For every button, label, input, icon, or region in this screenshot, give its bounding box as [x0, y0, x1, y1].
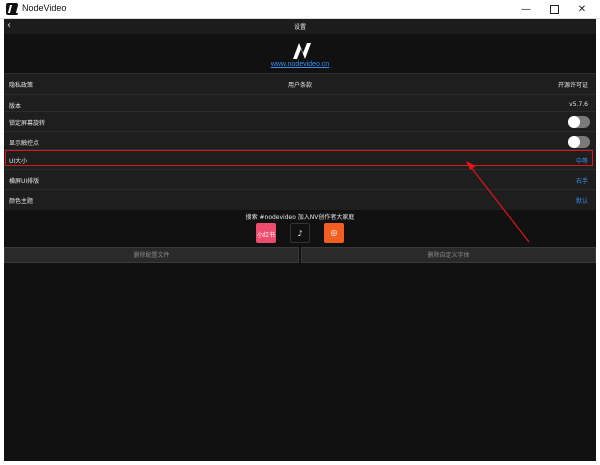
- close-button[interactable]: ✕: [568, 0, 596, 18]
- theme-label: 颜色主题: [9, 198, 34, 205]
- tiktok-icon[interactable]: ♪: [290, 223, 310, 243]
- app-window: NodeVideo — ✕ ‹ 设置 www.nodevideo.cn 隐私政策…: [0, 0, 600, 465]
- lock-rotation-label: 锁定屏幕旋转: [9, 120, 46, 127]
- share-text: 搜索 #nodevideo 加入NV创作者大家庭: [245, 214, 355, 221]
- action-buttons: 删除配置文件 删除自定义字体: [4, 247, 596, 263]
- ui-size-highlight-box: [5, 150, 593, 166]
- maximize-button[interactable]: [540, 0, 568, 18]
- nodevideo-logo-icon: [293, 43, 311, 59]
- settings-header: ‹ 设置: [4, 19, 596, 34]
- maximize-icon: [549, 4, 559, 14]
- delete-fonts-button[interactable]: 删除自定义字体: [301, 247, 596, 263]
- version-value: v5.7.6: [569, 101, 588, 108]
- theme-value[interactable]: 默认: [576, 196, 588, 205]
- landscape-layout-value[interactable]: 右手: [576, 176, 588, 185]
- lock-rotation-toggle[interactable]: [568, 116, 590, 128]
- minimize-button[interactable]: —: [512, 0, 540, 18]
- settings-screen: ‹ 设置 www.nodevideo.cn 隐私政策 用户条款 开源许可证 版本…: [4, 19, 596, 461]
- landscape-layout-row[interactable]: 横屏UI排版 右手: [4, 169, 596, 190]
- window-titlebar: NodeVideo — ✕: [0, 0, 600, 19]
- delete-config-button[interactable]: 删除配置文件: [4, 247, 299, 263]
- user-terms-link[interactable]: 用户条款: [4, 80, 596, 89]
- landscape-layout-label: 横屏UI排版: [9, 178, 40, 185]
- show-touch-toggle[interactable]: [568, 136, 590, 148]
- window-title: NodeVideo: [22, 3, 67, 13]
- xiaohongshu-icon[interactable]: 小红书: [256, 223, 276, 243]
- nodevideo-app-icon: [6, 3, 18, 15]
- xiaohongshu-label: 小红书: [256, 232, 275, 239]
- page-title: 设置: [293, 24, 306, 31]
- links-row: 隐私政策 用户条款 开源许可证: [4, 73, 596, 94]
- website-link[interactable]: www.nodevideo.cn: [4, 61, 596, 68]
- show-touch-label: 显示触控点: [9, 140, 40, 147]
- theme-row[interactable]: 颜色主题 默认: [4, 189, 596, 210]
- kuaishou-glyph: ◎: [330, 228, 338, 237]
- open-source-license-link[interactable]: 开源许可证: [558, 80, 588, 89]
- tiktok-glyph: ♪: [297, 229, 303, 238]
- version-label: 版本: [9, 103, 22, 110]
- kuaishou-icon[interactable]: ◎: [324, 223, 344, 243]
- lock-rotation-row: 锁定屏幕旋转: [4, 111, 596, 132]
